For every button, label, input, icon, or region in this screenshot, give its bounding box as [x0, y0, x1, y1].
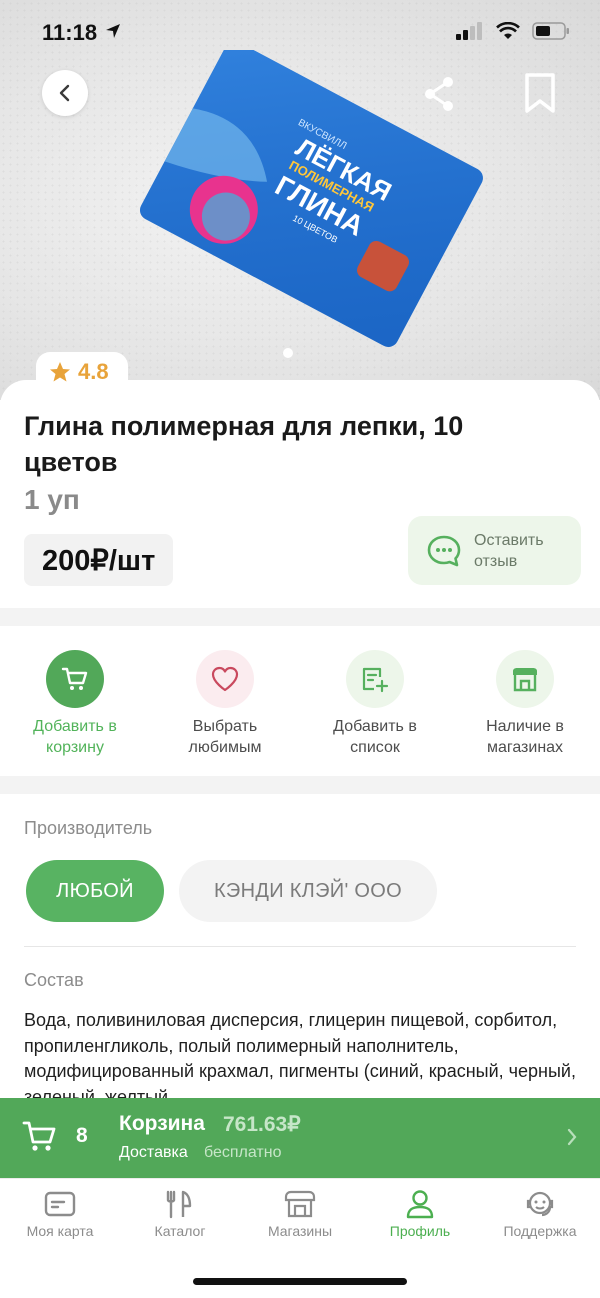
product-actions: Добавить в корзину Выбрать любимым Добав… — [0, 626, 600, 776]
rating-value: 4.8 — [78, 359, 109, 384]
cart-icon — [22, 1121, 56, 1151]
catalog-icon — [166, 1190, 192, 1219]
location-arrow-icon — [106, 24, 120, 38]
add-to-list-label: Добавить в список — [333, 718, 417, 756]
profile-icon — [406, 1190, 434, 1219]
product-price: 200₽/шт — [24, 534, 174, 586]
manufacturer-option-any[interactable]: ЛЮБОЙ — [26, 860, 164, 922]
heart-icon — [211, 666, 239, 692]
status-bar: 11:18 — [0, 0, 600, 64]
product-info-card: Глина полимерная для лепки, 10 цветов 1 … — [0, 380, 600, 608]
chevron-right-icon — [567, 1128, 577, 1146]
manufacturer-label: Производитель — [24, 818, 153, 838]
add-to-list-button[interactable]: Добавить в список — [300, 626, 450, 776]
status-time: 11:18 — [42, 20, 98, 45]
leave-review-label: Оставить отзыв — [474, 531, 544, 570]
add-to-cart-circle — [46, 650, 104, 708]
store-icon — [513, 668, 537, 692]
manufacturer-option-candy-clay[interactable]: КЭНДИ КЛЭЙ' ООО — [179, 860, 437, 922]
rating-badge: 4.8 — [36, 352, 128, 392]
cart-icon — [61, 667, 88, 690]
list-add-icon — [362, 667, 389, 693]
cart-title: Корзина — [119, 1112, 205, 1135]
cart-total: 761.63₽ — [223, 1113, 301, 1136]
delivery-value: бесплатно — [204, 1144, 282, 1161]
tab-label: Поддержка — [503, 1223, 577, 1239]
add-to-cart-button[interactable]: Добавить в корзину — [0, 626, 150, 776]
favorite-button[interactable]: Выбрать любимым — [150, 626, 300, 776]
card-icon — [44, 1191, 76, 1217]
tab-my-card[interactable]: Моя карта — [0, 1179, 120, 1298]
wifi-icon — [496, 22, 520, 39]
delivery-label: Доставка — [119, 1144, 188, 1161]
composition-label: Состав — [24, 970, 84, 990]
store-availability-label: Наличие в магазинах — [486, 718, 564, 756]
shops-icon — [284, 1190, 316, 1218]
support-icon — [526, 1191, 554, 1217]
divider — [24, 946, 576, 947]
home-indicator — [193, 1278, 407, 1285]
add-to-list-circle — [346, 650, 404, 708]
back-button[interactable] — [42, 70, 88, 116]
tab-label: Профиль — [389, 1223, 451, 1239]
star-icon — [50, 362, 70, 382]
leave-review-button[interactable]: Оставить отзыв — [408, 516, 581, 585]
favorite-circle — [196, 650, 254, 708]
chevron-left-icon — [59, 84, 70, 102]
tab-label: Магазины — [267, 1223, 333, 1239]
product-unit: 1 уп — [24, 484, 80, 515]
store-availability-circle — [496, 650, 554, 708]
favorite-label: Выбрать любимым — [188, 718, 262, 756]
section-separator — [0, 608, 600, 626]
chat-bubble-icon — [427, 535, 461, 566]
cart-bar[interactable]: 8 Корзина 761.63₽ Доставка бесплатно — [0, 1098, 600, 1178]
composition-text: Вода, поливиниловая дисперсия, глицерин … — [24, 1010, 576, 1098]
cellular-signal-icon — [456, 22, 482, 40]
bookmark-icon[interactable] — [522, 72, 558, 114]
add-to-cart-label: Добавить в корзину — [33, 718, 117, 756]
tab-label: Каталог — [154, 1223, 206, 1239]
product-title: Глина полимерная для лепки, 10 цветов — [24, 411, 464, 477]
section-separator — [0, 776, 600, 794]
share-icon[interactable] — [420, 74, 460, 114]
battery-icon — [532, 22, 569, 40]
gallery-page-dot[interactable] — [283, 348, 293, 358]
cart-count: 8 — [76, 1124, 88, 1147]
store-availability-button[interactable]: Наличие в магазинах — [450, 626, 600, 776]
tab-support[interactable]: Поддержка — [480, 1179, 600, 1298]
tab-label: Моя карта — [26, 1223, 94, 1239]
